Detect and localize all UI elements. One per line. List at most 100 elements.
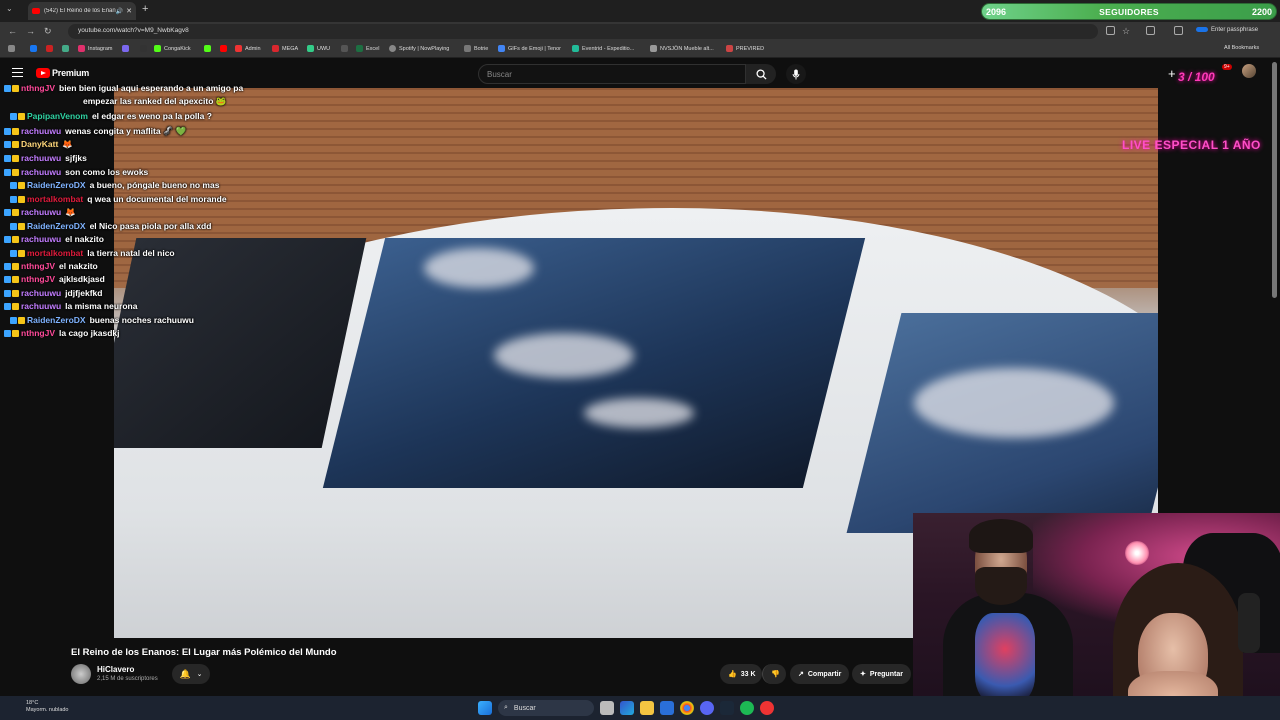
bookmark-eventrid[interactable]: Eventrid - Expeditio...	[572, 45, 634, 52]
webcam-shirt-print	[975, 613, 1035, 703]
bookmark-icon[interactable]	[204, 45, 214, 52]
chat-username[interactable]: rachuuwu	[21, 301, 61, 311]
bookmark-icon[interactable]	[341, 45, 351, 52]
bookmark-instagram[interactable]: Instagram	[78, 45, 112, 52]
share-button[interactable]: ↗ Compartir	[790, 664, 850, 684]
chat-username[interactable]: mortalkombat	[27, 194, 83, 204]
profile-switch-icon[interactable]	[1174, 26, 1183, 35]
bookmark-icon[interactable]	[220, 45, 230, 52]
facebook-bookmark-icon[interactable]	[30, 45, 40, 52]
steam-icon[interactable]	[720, 701, 734, 715]
weather-widget[interactable]: 18°C Mayorm. nublado	[9, 700, 69, 714]
webcam-person-hair	[969, 519, 1033, 553]
chat-username[interactable]: rachuuwu	[21, 234, 61, 244]
bookmark-icon[interactable]	[62, 45, 72, 52]
chat-username[interactable]: mortalkombat	[27, 248, 83, 258]
back-icon[interactable]: ←	[8, 26, 17, 36]
new-tab-icon[interactable]: +	[142, 3, 148, 15]
bookmark-icon[interactable]	[122, 45, 132, 52]
chat-username[interactable]: nthngJV	[21, 83, 55, 93]
browser-tab-youtube[interactable]: (542) El Reino de los Enanos: El Lugar m…	[28, 2, 136, 20]
channel-name[interactable]: HiClavero	[97, 665, 134, 674]
cast-icon[interactable]	[1106, 26, 1115, 35]
chat-text: la cago jkasdkj	[59, 328, 120, 338]
bookmark-previred[interactable]: PREVIRED	[726, 45, 764, 52]
bookmark-star-icon[interactable]: ☆	[1122, 26, 1130, 37]
follower-current: 2096	[986, 6, 1007, 17]
bookmark-uwu[interactable]: UWU	[307, 45, 330, 52]
page-scrollbar[interactable]	[1272, 62, 1277, 298]
bookmark-mega[interactable]: MEGA	[272, 45, 298, 52]
bookmark-excel[interactable]: Excel	[356, 45, 379, 52]
obs-icon[interactable]	[760, 701, 774, 715]
chat-badge-icon	[12, 262, 19, 270]
bookmarks-bar: Instagram CongaKick Admin MEGA UWU Excel…	[0, 41, 1280, 58]
discord-icon[interactable]	[700, 701, 714, 715]
like-button[interactable]: 👍 33 K	[720, 664, 762, 684]
chat-badge-icon	[12, 289, 19, 297]
chat-username[interactable]: rachuuwu	[21, 288, 61, 298]
chat-text: la misma neurona	[65, 301, 138, 311]
bookmark-icon[interactable]	[140, 45, 150, 52]
chat-text: la tierra natal del nico	[87, 248, 175, 258]
task-view-icon[interactable]	[600, 701, 614, 715]
widgets-icon[interactable]	[620, 701, 634, 715]
spotify-icon[interactable]	[740, 701, 754, 715]
search-input[interactable]: Buscar	[478, 64, 746, 84]
store-icon[interactable]	[660, 701, 674, 715]
chat-badge-icon	[12, 154, 19, 162]
subscription-bell-button[interactable]: 🔔 ⌄	[172, 664, 210, 684]
chat-username[interactable]: nthngJV	[21, 328, 55, 338]
video-frame-cloud	[914, 368, 1114, 438]
video-title: El Reino de los Enanos: El Lugar más Pol…	[71, 647, 337, 658]
chat-username[interactable]: RaidenZeroDX	[27, 221, 86, 231]
youtube-favicon-icon	[32, 8, 40, 14]
dislike-button[interactable]: 👎	[762, 664, 786, 684]
close-tab-icon[interactable]: ✕	[126, 7, 132, 15]
video-frame-cloud	[584, 398, 694, 428]
chat-username[interactable]: nthngJV	[21, 274, 55, 284]
chat-username[interactable]: rachuuwu	[21, 167, 61, 177]
share-icon: ↗	[798, 671, 804, 678]
bookmark-icon[interactable]	[46, 45, 56, 52]
reload-icon[interactable]: ↻	[44, 26, 52, 37]
chat-badge-icon	[12, 329, 19, 337]
chat-username[interactable]: rachuuwu	[21, 207, 61, 217]
extensions-icon[interactable]	[1146, 26, 1155, 35]
windows-start-icon[interactable]	[478, 701, 492, 715]
passphrase-button[interactable]: Enter passphrase	[1196, 27, 1258, 33]
create-icon[interactable]: +	[1168, 66, 1176, 81]
thumbs-down-icon: 👎	[771, 671, 780, 678]
chat-username[interactable]: DanyKatt	[21, 139, 58, 149]
bookmark-ikea[interactable]: NVSJÖN Mueble alt...	[650, 45, 714, 52]
chat-badges	[4, 168, 19, 176]
bookmark-spotify[interactable]: Spotify | NowPlaying	[389, 45, 449, 52]
taskbar-search[interactable]: ⌕ Buscar	[498, 700, 594, 716]
search-button[interactable]	[746, 64, 776, 84]
bookmark-tenor[interactable]: GIFs de Emoji | Tenor	[498, 45, 561, 52]
channel-avatar[interactable]	[71, 664, 91, 684]
forward-icon[interactable]: →	[26, 26, 35, 36]
speaker-icon[interactable]: 🔊	[116, 8, 123, 15]
chat-username[interactable]: nthngJV	[21, 261, 55, 271]
bookmark-admin[interactable]: Admin	[235, 45, 261, 52]
bookmark-congakick[interactable]: CongaKick	[154, 45, 191, 52]
voice-search-button[interactable]	[786, 64, 806, 84]
chat-username[interactable]: PapipanVenom	[27, 111, 88, 121]
search-icon: ⌕	[504, 704, 508, 711]
chrome-icon[interactable]	[680, 701, 694, 715]
tab-list-chevron-icon[interactable]: ⌄	[6, 4, 13, 13]
account-avatar[interactable]	[1242, 64, 1256, 78]
chat-username[interactable]: RaidenZeroDX	[27, 315, 86, 325]
chat-badges	[4, 235, 19, 243]
chat-username[interactable]: rachuuwu	[21, 126, 61, 136]
chat-username[interactable]: rachuuwu	[21, 153, 61, 163]
ask-button[interactable]: ✦ Preguntar	[852, 664, 911, 684]
chat-badge-icon	[12, 127, 19, 135]
bookmark-botrie[interactable]: Botrie	[464, 45, 488, 52]
chat-username[interactable]: RaidenZeroDX	[27, 180, 86, 190]
apps-icon[interactable]	[8, 45, 18, 52]
all-bookmarks[interactable]: All Bookmarks	[1224, 45, 1259, 51]
file-explorer-icon[interactable]	[640, 701, 654, 715]
address-bar[interactable]: youtube.com/watch?v=M9_NwbKagv8	[68, 24, 1098, 39]
